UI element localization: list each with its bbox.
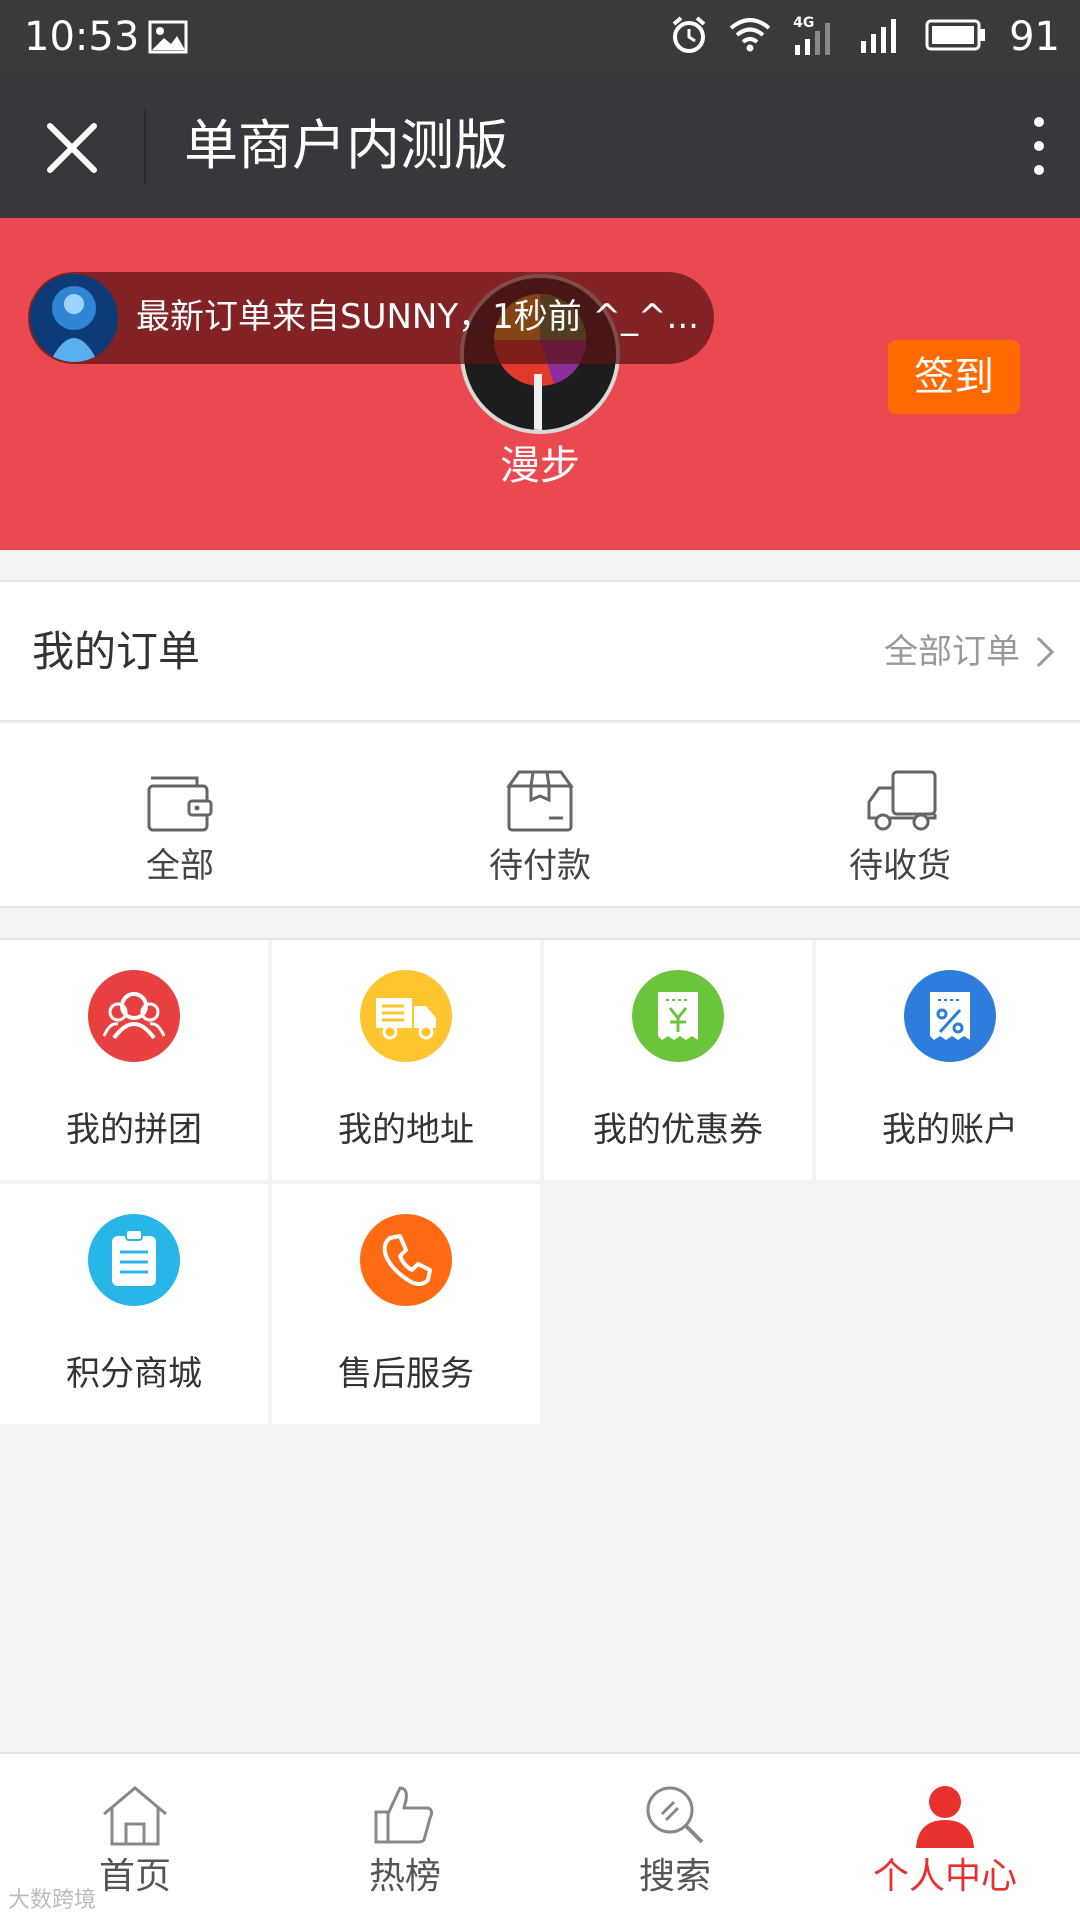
menu-item-after-sales[interactable]: 售后服务 — [272, 1184, 540, 1424]
menu-item-label: 积分商城 — [66, 1354, 202, 1394]
delivery-truck-icon — [360, 970, 452, 1062]
group-icon — [88, 970, 180, 1062]
my-orders-title: 我的订单 — [32, 627, 201, 676]
person-icon — [916, 1786, 974, 1848]
account-discount-icon — [904, 970, 996, 1062]
more-options-icon[interactable] — [1024, 114, 1054, 178]
order-status-pending-payment[interactable]: 待付款 — [360, 724, 720, 908]
status-bar: 10:53 4G 91 — [0, 0, 1080, 74]
menu-item-my-address[interactable]: 我的地址 — [272, 940, 540, 1180]
ticker-text: 最新订单来自SUNNY，1秒前 ^_^... — [136, 297, 699, 337]
menu-item-label: 售后服务 — [338, 1354, 474, 1394]
clipboard-icon — [88, 1214, 180, 1306]
bottom-tab-bar: 首页 热榜 搜索 个人中心 — [0, 1752, 1080, 1920]
latest-order-ticker: 最新订单来自SUNNY，1秒前 ^_^... — [28, 272, 714, 364]
tab-label: 搜索 — [638, 1856, 711, 1897]
coupon-icon — [632, 970, 724, 1062]
menu-item-my-group-buy[interactable]: 我的拼团 — [0, 940, 268, 1180]
network-type: 4G — [793, 15, 815, 31]
tab-personal-center[interactable]: 个人中心 — [810, 1754, 1080, 1920]
tab-label: 个人中心 — [872, 1856, 1017, 1897]
menu-item-my-account[interactable]: 我的账户 — [816, 940, 1080, 1180]
order-status-all[interactable]: 全部 — [0, 724, 360, 908]
all-orders-link[interactable]: 全部订单 — [884, 630, 1020, 674]
menu-item-label: 我的优惠券 — [593, 1110, 763, 1150]
menu-item-my-coupons[interactable]: 我的优惠券 — [544, 940, 812, 1180]
profile-header: 最新订单来自SUNNY，1秒前 ^_^... 漫步 签到 — [0, 218, 1080, 550]
phone-icon — [360, 1214, 452, 1306]
order-status-label: 待付款 — [489, 846, 591, 886]
order-status-pending-delivery[interactable]: 待收货 — [720, 724, 1080, 908]
menu-item-label: 我的拼团 — [66, 1110, 202, 1150]
status-time: 10:53 — [24, 14, 140, 60]
ticker-avatar — [30, 274, 118, 362]
alarm-icon — [671, 16, 707, 58]
wallet-icon — [147, 776, 213, 832]
thumbs-up-icon — [374, 1786, 434, 1844]
battery-icon — [925, 18, 987, 56]
tab-hot-list[interactable]: 热榜 — [270, 1754, 540, 1920]
order-status-label: 全部 — [146, 846, 214, 886]
wifi-icon — [729, 18, 771, 56]
tab-label: 热榜 — [368, 1856, 441, 1897]
sign-in-button[interactable]: 签到 — [888, 340, 1020, 414]
truck-icon — [867, 770, 937, 831]
home-icon — [103, 1786, 167, 1846]
package-icon — [506, 770, 574, 832]
title-divider — [144, 110, 146, 184]
mobile-signal-4g-icon: 4G — [793, 15, 837, 57]
gallery-icon — [148, 20, 188, 58]
order-status-row: 全部 待付款 待收货 — [0, 724, 1080, 908]
search-icon — [646, 1786, 704, 1844]
menu-item-label: 我的账户 — [882, 1110, 1018, 1150]
title-bar: 单商户内测版 — [0, 74, 1080, 218]
my-orders-header: 我的订单 全部订单 — [0, 580, 1080, 722]
watermark: 大数跨境 — [8, 1888, 97, 1913]
menu-item-points-mall[interactable]: 积分商城 — [0, 1184, 268, 1424]
order-status-label: 待收货 — [849, 846, 951, 886]
signal-icon — [859, 15, 903, 59]
menu-item-label: 我的地址 — [338, 1110, 474, 1150]
service-menu-grid: 我的拼团 我的地址 我的优惠券 我的账户 积分商城 售后服务 — [0, 938, 1080, 1426]
username: 漫步 — [500, 443, 580, 489]
page-title: 单商户内测版 — [184, 114, 508, 177]
battery-level: 91 — [1009, 14, 1060, 60]
tab-search[interactable]: 搜索 — [540, 1754, 810, 1920]
close-icon[interactable] — [44, 120, 100, 176]
chevron-right-icon[interactable] — [1034, 634, 1056, 670]
